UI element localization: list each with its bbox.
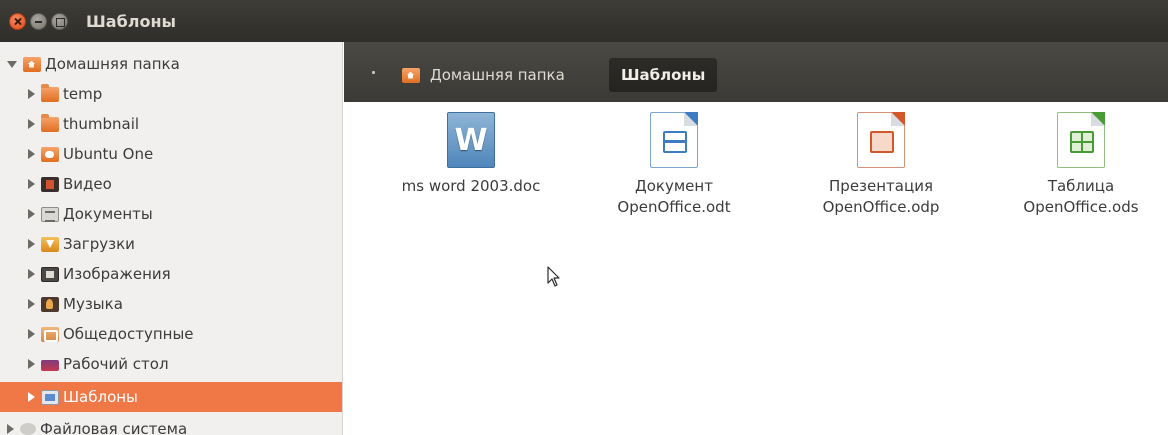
sidebar-item-label: temp [63, 85, 103, 103]
public-folder-icon [41, 326, 59, 342]
sidebar-item-desktop[interactable]: Рабочий стол [0, 349, 342, 379]
expand-arrow-icon[interactable] [28, 89, 35, 99]
sidebar-item-documents[interactable]: Документы [0, 199, 342, 229]
filesystem-icon [20, 423, 36, 435]
breadcrumb-home-label: Домашняя папка [430, 66, 565, 84]
downloads-folder-icon [41, 236, 59, 252]
expand-arrow-icon[interactable] [28, 269, 35, 279]
expand-arrow-icon[interactable] [28, 179, 35, 189]
sidebar-item-public[interactable]: Общедоступные [0, 319, 342, 349]
sidebar-item-filesystem[interactable]: Файловая система [0, 414, 342, 435]
file-view[interactable]: W ms word 2003.doc Документ OpenOffice.o… [344, 102, 1168, 435]
file-item-word[interactable]: W ms word 2003.doc [388, 112, 554, 197]
close-window-button[interactable] [9, 12, 26, 30]
ods-spreadsheet-icon [1057, 112, 1105, 168]
sidebar-item-label: Ubuntu One [63, 145, 154, 163]
file-item-odp[interactable]: Презентация OpenOffice.odp [796, 112, 966, 218]
odp-presentation-icon [857, 112, 905, 168]
expand-arrow-icon[interactable] [28, 299, 35, 309]
file-item-odt[interactable]: Документ OpenOffice.odt [589, 112, 759, 218]
expand-arrow-icon[interactable] [28, 359, 35, 369]
folder-icon [41, 113, 59, 132]
sidebar-item-ubuntu-one[interactable]: Ubuntu One [0, 139, 342, 169]
video-folder-icon [41, 176, 59, 192]
documents-folder-icon [41, 206, 59, 222]
collapse-arrow-icon[interactable] [7, 60, 17, 68]
sidebar-item-video[interactable]: Видео [0, 169, 342, 199]
expand-arrow-icon[interactable] [7, 424, 14, 434]
sidebar-item-label: Загрузки [63, 235, 135, 253]
sidebar-item-label: Шаблоны [63, 388, 138, 406]
title-bar: Шаблоны [0, 0, 1168, 42]
location-bar: Домашняя папка Шаблоны [344, 42, 1168, 102]
sidebar-item-label: Изображения [63, 265, 171, 283]
expand-arrow-icon[interactable] [28, 329, 35, 339]
folder-icon [41, 83, 59, 102]
maximize-window-button[interactable] [51, 12, 68, 30]
sidebar-item-home[interactable]: Домашняя папка [0, 49, 342, 79]
sidebar-item-label: Домашняя папка [45, 55, 180, 73]
home-folder-icon [23, 56, 41, 72]
sidebar-item-templates[interactable]: Шаблоны [0, 382, 342, 412]
sidebar-item-pictures[interactable]: Изображения [0, 259, 342, 289]
pictures-folder-icon [41, 266, 59, 282]
templates-folder-icon [41, 389, 59, 405]
sidebar-tree: Домашняя папка temp thumbnail Ubuntu One… [0, 42, 343, 435]
music-folder-icon [41, 296, 59, 312]
sidebar-item-label: thumbnail [63, 115, 140, 133]
sidebar-item-temp[interactable]: temp [0, 79, 342, 109]
expand-arrow-icon[interactable] [28, 209, 35, 219]
sidebar-item-label: Файловая система [40, 420, 188, 435]
window-title: Шаблоны [86, 11, 176, 31]
sidebar-item-label: Видео [63, 175, 112, 193]
expand-arrow-icon[interactable] [28, 392, 35, 402]
word-glyph: W [454, 122, 488, 158]
mouse-pointer-icon [547, 266, 560, 287]
sidebar-item-thumbnail[interactable]: thumbnail [0, 109, 342, 139]
expand-arrow-icon[interactable] [28, 239, 35, 249]
file-name: Таблица OpenOffice.ods [1023, 177, 1139, 216]
sidebar-item-label: Общедоступные [63, 325, 194, 343]
sidebar-item-music[interactable]: Музыка [0, 289, 342, 319]
sidebar-item-label: Рабочий стол [63, 355, 169, 373]
file-name: Документ OpenOffice.odt [617, 177, 731, 216]
word-document-icon: W [447, 112, 495, 168]
breadcrumb-scroll-left-icon[interactable] [372, 71, 375, 74]
ubuntu-one-folder-icon [41, 146, 59, 162]
breadcrumb-current-button[interactable]: Шаблоны [609, 58, 718, 92]
sidebar-item-label: Музыка [63, 295, 123, 313]
home-folder-icon [402, 67, 420, 83]
file-name: ms word 2003.doc [401, 177, 541, 195]
breadcrumb-home-button[interactable]: Домашняя папка [402, 60, 565, 90]
odt-document-icon [650, 112, 698, 168]
minimize-window-button[interactable] [30, 12, 47, 30]
file-name: Презентация OpenOffice.odp [822, 177, 940, 216]
sidebar-item-label: Документы [63, 205, 153, 223]
sidebar-item-downloads[interactable]: Загрузки [0, 229, 342, 259]
expand-arrow-icon[interactable] [28, 119, 35, 129]
desktop-folder-icon [41, 359, 59, 371]
expand-arrow-icon[interactable] [28, 149, 35, 159]
file-item-ods[interactable]: Таблица OpenOffice.ods [996, 112, 1166, 218]
breadcrumb-current-label: Шаблоны [621, 66, 706, 84]
